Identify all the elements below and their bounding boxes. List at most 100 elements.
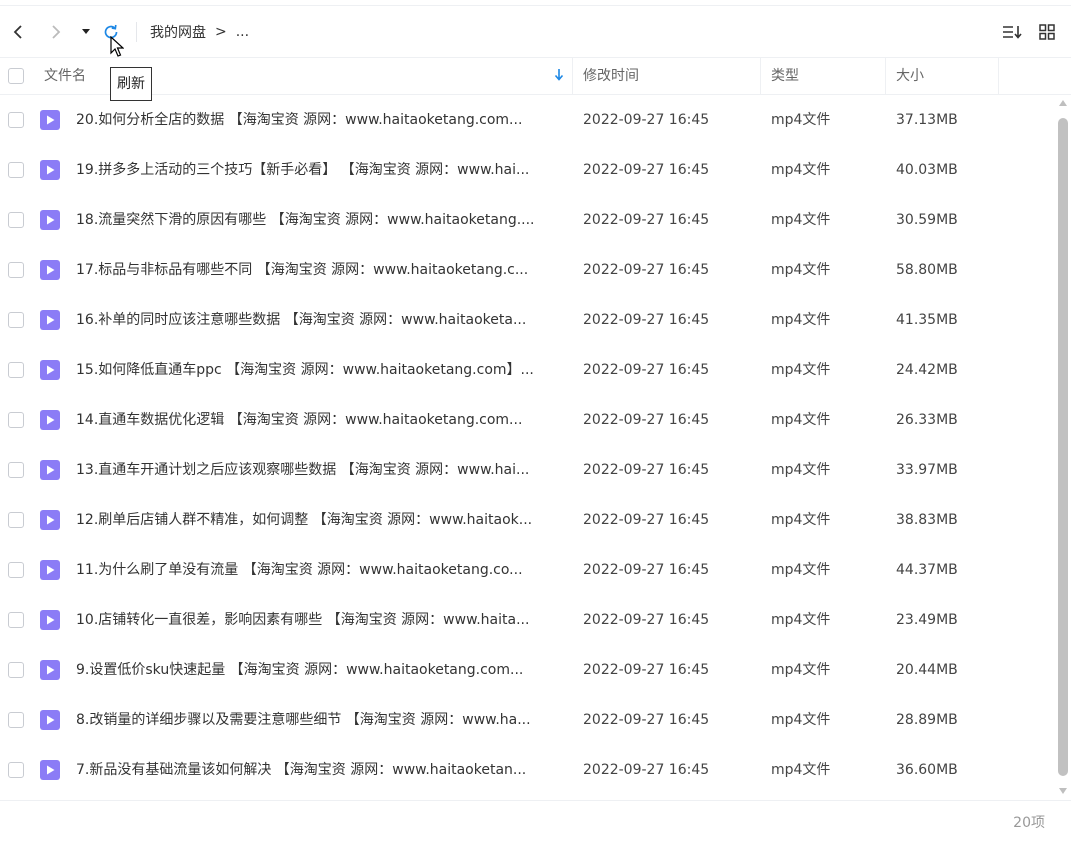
file-name[interactable]: 20.如何分析全店的数据 【海淘宝资 源网：www.haitaoketang.c… xyxy=(76,95,562,145)
footer-divider xyxy=(0,800,1071,801)
row-checkbox[interactable] xyxy=(8,712,24,728)
row-checkbox[interactable] xyxy=(8,512,24,528)
table-row[interactable]: 7.新品没有基础流量该如何解决 【海淘宝资 源网：www.haitaoketan… xyxy=(0,745,1050,795)
file-name[interactable]: 13.直通车开通计划之后应该观察哪些数据 【海淘宝资 源网：www.hai... xyxy=(76,445,562,495)
row-checkbox[interactable] xyxy=(8,112,24,128)
file-type: mp4文件 xyxy=(771,412,831,428)
video-file-icon xyxy=(40,160,60,180)
file-name[interactable]: 7.新品没有基础流量该如何解决 【海淘宝资 源网：www.haitaoketan… xyxy=(76,745,562,795)
row-checkbox[interactable] xyxy=(8,662,24,678)
file-type: mp4文件 xyxy=(771,112,831,128)
file-name[interactable]: 9.设置低价sku快速起量 【海淘宝资 源网：www.haitaoketang.… xyxy=(76,645,562,695)
file-size: 38.83MB xyxy=(896,512,958,528)
file-type: mp4文件 xyxy=(771,162,831,178)
forward-button[interactable] xyxy=(44,20,68,44)
file-name[interactable]: 15.如何降低直通车ppc 【海淘宝资 源网：www.haitaoketang.… xyxy=(76,345,562,395)
file-name[interactable]: 12.刷单后店铺人群不精准，如何调整 【海淘宝资 源网：www.haitaok.… xyxy=(76,495,562,545)
file-modified-time: 2022-09-27 16:45 xyxy=(583,162,710,178)
column-type-header[interactable]: 类型 xyxy=(771,58,799,94)
file-type: mp4文件 xyxy=(771,712,831,728)
table-row[interactable]: 8.改销量的详细步骤以及需要注意哪些细节 【海淘宝资 源网：www.ha... … xyxy=(0,695,1050,745)
table-row[interactable]: 9.设置低价sku快速起量 【海淘宝资 源网：www.haitaoketang.… xyxy=(0,645,1050,695)
file-size: 58.80MB xyxy=(896,262,958,278)
file-type: mp4文件 xyxy=(771,762,831,778)
table-row[interactable]: 17.标品与非标品有哪些不同 【海淘宝资 源网：www.haitaoketang… xyxy=(0,245,1050,295)
table-row[interactable]: 19.拼多多上活动的三个技巧【新手必看】 【海淘宝资 源网：www.hai...… xyxy=(0,145,1050,195)
item-count: 20项 xyxy=(1013,815,1045,831)
mouse-cursor-icon xyxy=(110,36,124,57)
scroll-down-arrow-icon[interactable] xyxy=(1059,788,1067,794)
file-size: 41.35MB xyxy=(896,312,958,328)
file-modified-time: 2022-09-27 16:45 xyxy=(583,112,710,128)
table-row[interactable]: 13.直通车开通计划之后应该观察哪些数据 【海淘宝资 源网：www.hai...… xyxy=(0,445,1050,495)
file-name[interactable]: 11.为什么刷了单没有流量 【海淘宝资 源网：www.haitaoketang.… xyxy=(76,545,562,595)
row-checkbox[interactable] xyxy=(8,212,24,228)
sort-button[interactable] xyxy=(1000,20,1024,44)
file-name[interactable]: 17.标品与非标品有哪些不同 【海淘宝资 源网：www.haitaoketang… xyxy=(76,245,562,295)
file-modified-time: 2022-09-27 16:45 xyxy=(583,612,710,628)
file-modified-time: 2022-09-27 16:45 xyxy=(583,712,710,728)
file-type: mp4文件 xyxy=(771,212,831,228)
file-size: 24.42MB xyxy=(896,362,958,378)
file-size: 40.03MB xyxy=(896,162,958,178)
row-checkbox[interactable] xyxy=(8,262,24,278)
vertical-scrollbar[interactable] xyxy=(1056,98,1070,798)
scroll-up-arrow-icon[interactable] xyxy=(1059,100,1067,106)
table-row[interactable]: 20.如何分析全店的数据 【海淘宝资 源网：www.haitaoketang.c… xyxy=(0,95,1050,145)
sort-arrow-down-icon[interactable] xyxy=(553,68,565,82)
video-file-icon xyxy=(40,710,60,730)
table-row[interactable]: 18.流量突然下滑的原因有哪些 【海淘宝资 源网：www.haitaoketan… xyxy=(0,195,1050,245)
file-modified-time: 2022-09-27 16:45 xyxy=(583,312,710,328)
table-row[interactable]: 11.为什么刷了单没有流量 【海淘宝资 源网：www.haitaoketang.… xyxy=(0,545,1050,595)
history-dropdown-button[interactable] xyxy=(74,20,98,44)
file-modified-time: 2022-09-27 16:45 xyxy=(583,462,710,478)
toolbar: 我的网盘 > ... xyxy=(0,12,1071,52)
breadcrumb-root[interactable]: 我的网盘 xyxy=(150,22,206,42)
top-divider xyxy=(0,5,1071,6)
view-toggle-button[interactable] xyxy=(1035,20,1059,44)
select-all-checkbox[interactable] xyxy=(8,68,24,84)
back-button[interactable] xyxy=(6,20,30,44)
column-size-header[interactable]: 大小 xyxy=(896,58,924,94)
video-file-icon xyxy=(40,760,60,780)
file-name[interactable]: 8.改销量的详细步骤以及需要注意哪些细节 【海淘宝资 源网：www.ha... xyxy=(76,695,562,745)
file-name[interactable]: 10.店铺转化一直很差，影响因素有哪些 【海淘宝资 源网：www.haita..… xyxy=(76,595,562,645)
video-file-icon xyxy=(40,460,60,480)
row-checkbox[interactable] xyxy=(8,312,24,328)
file-type: mp4文件 xyxy=(771,312,831,328)
column-divider xyxy=(998,58,999,94)
video-file-icon xyxy=(40,110,60,130)
breadcrumb-more[interactable]: ... xyxy=(236,24,249,40)
row-checkbox[interactable] xyxy=(8,612,24,628)
sort-list-icon xyxy=(1003,26,1022,39)
column-modified-header[interactable]: 修改时间 xyxy=(583,58,639,94)
file-modified-time: 2022-09-27 16:45 xyxy=(583,762,710,778)
row-checkbox[interactable] xyxy=(8,762,24,778)
file-name[interactable]: 14.直通车数据优化逻辑 【海淘宝资 源网：www.haitaoketang.c… xyxy=(76,395,562,445)
toolbar-separator xyxy=(136,22,137,42)
row-checkbox[interactable] xyxy=(8,362,24,378)
file-modified-time: 2022-09-27 16:45 xyxy=(583,212,710,228)
scrollbar-thumb[interactable] xyxy=(1058,118,1068,776)
table-row[interactable]: 16.补单的同时应该注意哪些数据 【海淘宝资 源网：www.haitaoketa… xyxy=(0,295,1050,345)
video-file-icon xyxy=(40,510,60,530)
column-name-header[interactable]: 文件名 xyxy=(44,58,86,94)
row-checkbox[interactable] xyxy=(8,412,24,428)
table-row[interactable]: 14.直通车数据优化逻辑 【海淘宝资 源网：www.haitaoketang.c… xyxy=(0,395,1050,445)
chevron-left-icon xyxy=(13,25,22,39)
file-type: mp4文件 xyxy=(771,512,831,528)
table-row[interactable]: 12.刷单后店铺人群不精准，如何调整 【海淘宝资 源网：www.haitaok.… xyxy=(0,495,1050,545)
table-row[interactable]: 15.如何降低直通车ppc 【海淘宝资 源网：www.haitaoketang.… xyxy=(0,345,1050,395)
file-name[interactable]: 16.补单的同时应该注意哪些数据 【海淘宝资 源网：www.haitaoketa… xyxy=(76,295,562,345)
video-file-icon xyxy=(40,560,60,580)
table-row[interactable]: 10.店铺转化一直很差，影响因素有哪些 【海淘宝资 源网：www.haita..… xyxy=(0,595,1050,645)
file-name[interactable]: 19.拼多多上活动的三个技巧【新手必看】 【海淘宝资 源网：www.hai... xyxy=(76,145,562,195)
row-checkbox[interactable] xyxy=(8,462,24,478)
file-size: 28.89MB xyxy=(896,712,958,728)
video-file-icon xyxy=(40,410,60,430)
file-name[interactable]: 18.流量突然下滑的原因有哪些 【海淘宝资 源网：www.haitaoketan… xyxy=(76,195,562,245)
refresh-tooltip: 刷新 xyxy=(110,67,152,101)
breadcrumb-separator: > xyxy=(215,24,227,40)
row-checkbox[interactable] xyxy=(8,162,24,178)
row-checkbox[interactable] xyxy=(8,562,24,578)
